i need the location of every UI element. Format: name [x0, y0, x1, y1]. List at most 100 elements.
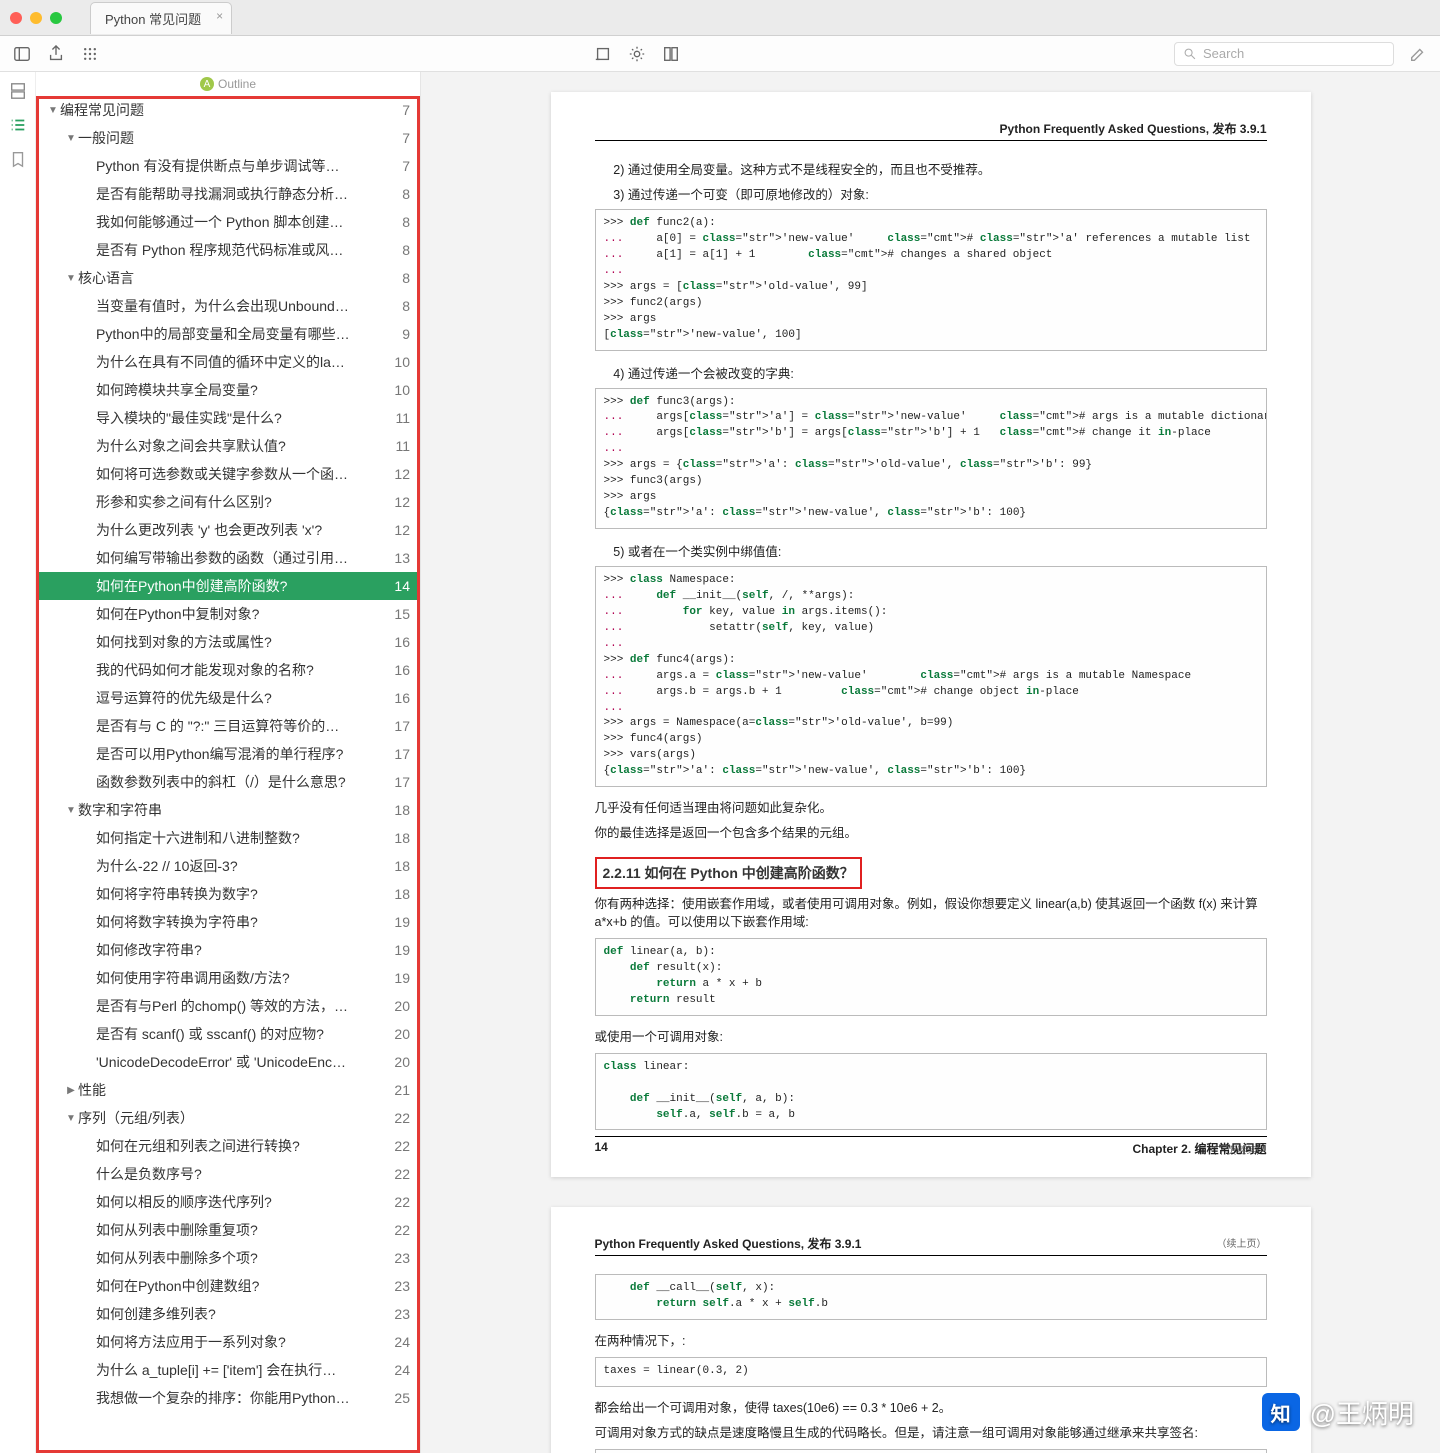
- outline-label: 为什么在具有不同值的循环中定义的la…: [96, 352, 382, 372]
- outline-item[interactable]: 是否有与 C 的 "?:" 三目运算符等价的…17: [36, 712, 420, 740]
- outline-page-number: 14: [382, 578, 410, 594]
- apps-icon[interactable]: [80, 44, 100, 64]
- disclosure-triangle-icon[interactable]: ▼: [64, 273, 78, 284]
- outline-item[interactable]: 是否有能帮助寻找漏洞或执行静态分析…8: [36, 180, 420, 208]
- outline-page-number: 20: [382, 1054, 410, 1070]
- minimize-window-button[interactable]: [30, 12, 42, 24]
- search-input[interactable]: Search: [1174, 42, 1394, 66]
- outline-item[interactable]: 函数参数列表中的斜杠（/）是什么意思?17: [36, 768, 420, 796]
- outline-item[interactable]: 如何从列表中删除多个项?23: [36, 1244, 420, 1272]
- outline-section[interactable]: ▼核心语言8: [36, 264, 420, 292]
- outline-item[interactable]: 我想做一个复杂的排序：你能用Python…25: [36, 1384, 420, 1412]
- outline-item[interactable]: 如何在Python中创建高阶函数?14: [36, 572, 420, 600]
- share-icon[interactable]: [46, 44, 66, 64]
- outline-item[interactable]: 我的代码如何才能发现对象的名称?16: [36, 656, 420, 684]
- outline-page-number: 16: [382, 662, 410, 678]
- outline-item[interactable]: Python中的局部变量和全局变量有哪些…9: [36, 320, 420, 348]
- outline-item[interactable]: 当变量有值时，为什么会出现Unbound…8: [36, 292, 420, 320]
- outline-section[interactable]: ▶性能21: [36, 1076, 420, 1104]
- outline-item[interactable]: 如何找到对象的方法或属性?16: [36, 628, 420, 656]
- outline-item[interactable]: 如何将数字转换为字符串?19: [36, 908, 420, 936]
- outline-item[interactable]: 如何将可选参数或关键字参数从一个函…12: [36, 460, 420, 488]
- disclosure-triangle-icon[interactable]: ▼: [46, 105, 60, 116]
- outline-item[interactable]: 如何指定十六进制和八进制整数?18: [36, 824, 420, 852]
- outline-section[interactable]: ▼序列（元组/列表）22: [36, 1104, 420, 1132]
- zoom-window-button[interactable]: [50, 12, 62, 24]
- code-block: >>> def func2(a): ... a[0] = class="str"…: [595, 209, 1267, 351]
- outline-label: 如何从列表中删除重复项?: [96, 1220, 382, 1240]
- outline-item[interactable]: 是否有 scanf() 或 sscanf() 的对应物?20: [36, 1020, 420, 1048]
- outline-item[interactable]: 如何创建多维列表?23: [36, 1300, 420, 1328]
- code-block: def __call__(self, x): return self.a * x…: [595, 1274, 1267, 1320]
- outline-page-number: 7: [382, 102, 410, 118]
- outline-item[interactable]: 为什么更改列表 'y' 也会更改列表 'x'?12: [36, 516, 420, 544]
- outline-item[interactable]: 如何编写带输出参数的函数（通过引用…13: [36, 544, 420, 572]
- edit-icon[interactable]: [1408, 44, 1428, 64]
- columns-icon[interactable]: [661, 44, 681, 64]
- code-block: class exponential(linear): class="cmt">#…: [595, 1449, 1267, 1453]
- outline-item[interactable]: 如何使用字符串调用函数/方法?19: [36, 964, 420, 992]
- outline-label: 我的代码如何才能发现对象的名称?: [96, 660, 382, 680]
- outline-item[interactable]: 如何在Python中复制对象?15: [36, 600, 420, 628]
- outline-page-number: 12: [382, 494, 410, 510]
- crop-icon[interactable]: [593, 44, 613, 64]
- chapter-label: Chapter 2. 编程常见问题: [1132, 1140, 1266, 1157]
- pdf-viewport[interactable]: Python Frequently Asked Questions, 发布 3.…: [421, 72, 1440, 1453]
- outline-item[interactable]: 是否可以用Python编写混淆的单行程序?17: [36, 740, 420, 768]
- outline-item[interactable]: 如何在元组和列表之间进行转换?22: [36, 1132, 420, 1160]
- outline-item[interactable]: 如何在Python中创建数组?23: [36, 1272, 420, 1300]
- outline-item[interactable]: 如何将字符串转换为数字?18: [36, 880, 420, 908]
- outline-tree[interactable]: ▼编程常见问题7▼一般问题7Python 有没有提供断点与单步调试等…7是否有能…: [36, 96, 420, 1453]
- page-header: Python Frequently Asked Questions, 发布 3.…: [595, 120, 1267, 141]
- body-text: 3) 通过传递一个可变（即可原地修改的）对象:: [613, 184, 1266, 203]
- code-block: taxes = linear(0.3, 2): [595, 1357, 1267, 1387]
- outline-page-number: 22: [382, 1110, 410, 1126]
- gear-icon[interactable]: [627, 44, 647, 64]
- outline-section[interactable]: ▼数字和字符串18: [36, 796, 420, 824]
- outline-item[interactable]: 逗号运算符的优先级是什么?16: [36, 684, 420, 712]
- sidebar-toggle-icon[interactable]: [12, 44, 32, 64]
- outline-item[interactable]: 如何从列表中删除重复项?22: [36, 1216, 420, 1244]
- outline-page-number: 8: [382, 186, 410, 202]
- outline-item[interactable]: 如何以相反的顺序迭代序列?22: [36, 1188, 420, 1216]
- outline-item[interactable]: 如何将方法应用于一系列对象?24: [36, 1328, 420, 1356]
- outline-item[interactable]: 为什么 a_tuple[i] += ['item'] 会在执行…24: [36, 1356, 420, 1384]
- outline-label: 我想做一个复杂的排序：你能用Python…: [96, 1388, 382, 1408]
- outline-label: 如何将数字转换为字符串?: [96, 912, 382, 932]
- zhihu-watermark: 知 @王炳明: [1262, 1393, 1414, 1431]
- outline-section[interactable]: ▼一般问题7: [36, 124, 420, 152]
- disclosure-triangle-icon[interactable]: ▼: [64, 133, 78, 144]
- outline-page-number: 19: [382, 970, 410, 986]
- outline-item[interactable]: 如何跨模块共享全局变量?10: [36, 376, 420, 404]
- browser-tab[interactable]: Python 常见问题 ×: [90, 2, 232, 34]
- disclosure-triangle-icon[interactable]: ▶: [64, 1085, 78, 1096]
- disclosure-triangle-icon[interactable]: ▼: [64, 1113, 78, 1124]
- outline-item[interactable]: 我如何能够通过一个 Python 脚本创建…8: [36, 208, 420, 236]
- thumbnails-icon[interactable]: [9, 82, 27, 100]
- outline-item[interactable]: 为什么-22 // 10返回-3?18: [36, 852, 420, 880]
- outline-item[interactable]: 形参和实参之间有什么区别?12: [36, 488, 420, 516]
- outline-item[interactable]: Python 有没有提供断点与单步调试等…7: [36, 152, 420, 180]
- outline-section[interactable]: ▼编程常见问题7: [36, 96, 420, 124]
- outline-item[interactable]: 'UnicodeDecodeError' 或 'UnicodeEnc…20: [36, 1048, 420, 1076]
- disclosure-triangle-icon[interactable]: ▼: [64, 805, 78, 816]
- close-window-button[interactable]: [10, 12, 22, 24]
- search-icon: [1183, 47, 1197, 61]
- outline-item[interactable]: 如何修改字符串?19: [36, 936, 420, 964]
- outline-item[interactable]: 导入模块的"最佳实践"是什么?11: [36, 404, 420, 432]
- outline-page-number: 18: [382, 886, 410, 902]
- bookmark-icon[interactable]: [9, 150, 27, 168]
- outline-label: 如何从列表中删除多个项?: [96, 1248, 382, 1268]
- outline-label: 如何在元组和列表之间进行转换?: [96, 1136, 382, 1156]
- pdf-page: Python Frequently Asked Questions, 发布 3.…: [551, 1207, 1311, 1453]
- outline-item[interactable]: 什么是负数序号?22: [36, 1160, 420, 1188]
- outline-icon[interactable]: [9, 116, 27, 134]
- outline-item[interactable]: 为什么在具有不同值的循环中定义的la…10: [36, 348, 420, 376]
- outline-item[interactable]: 为什么对象之间会共享默认值?11: [36, 432, 420, 460]
- close-tab-icon[interactable]: ×: [216, 9, 223, 23]
- outline-item[interactable]: 是否有与Perl 的chomp() 等效的方法，…20: [36, 992, 420, 1020]
- outline-page-number: 11: [382, 410, 410, 426]
- outline-page-number: 15: [382, 606, 410, 622]
- outline-item[interactable]: 是否有 Python 程序规范代码标准或风…8: [36, 236, 420, 264]
- outline-label: 如何以相反的顺序迭代序列?: [96, 1192, 382, 1212]
